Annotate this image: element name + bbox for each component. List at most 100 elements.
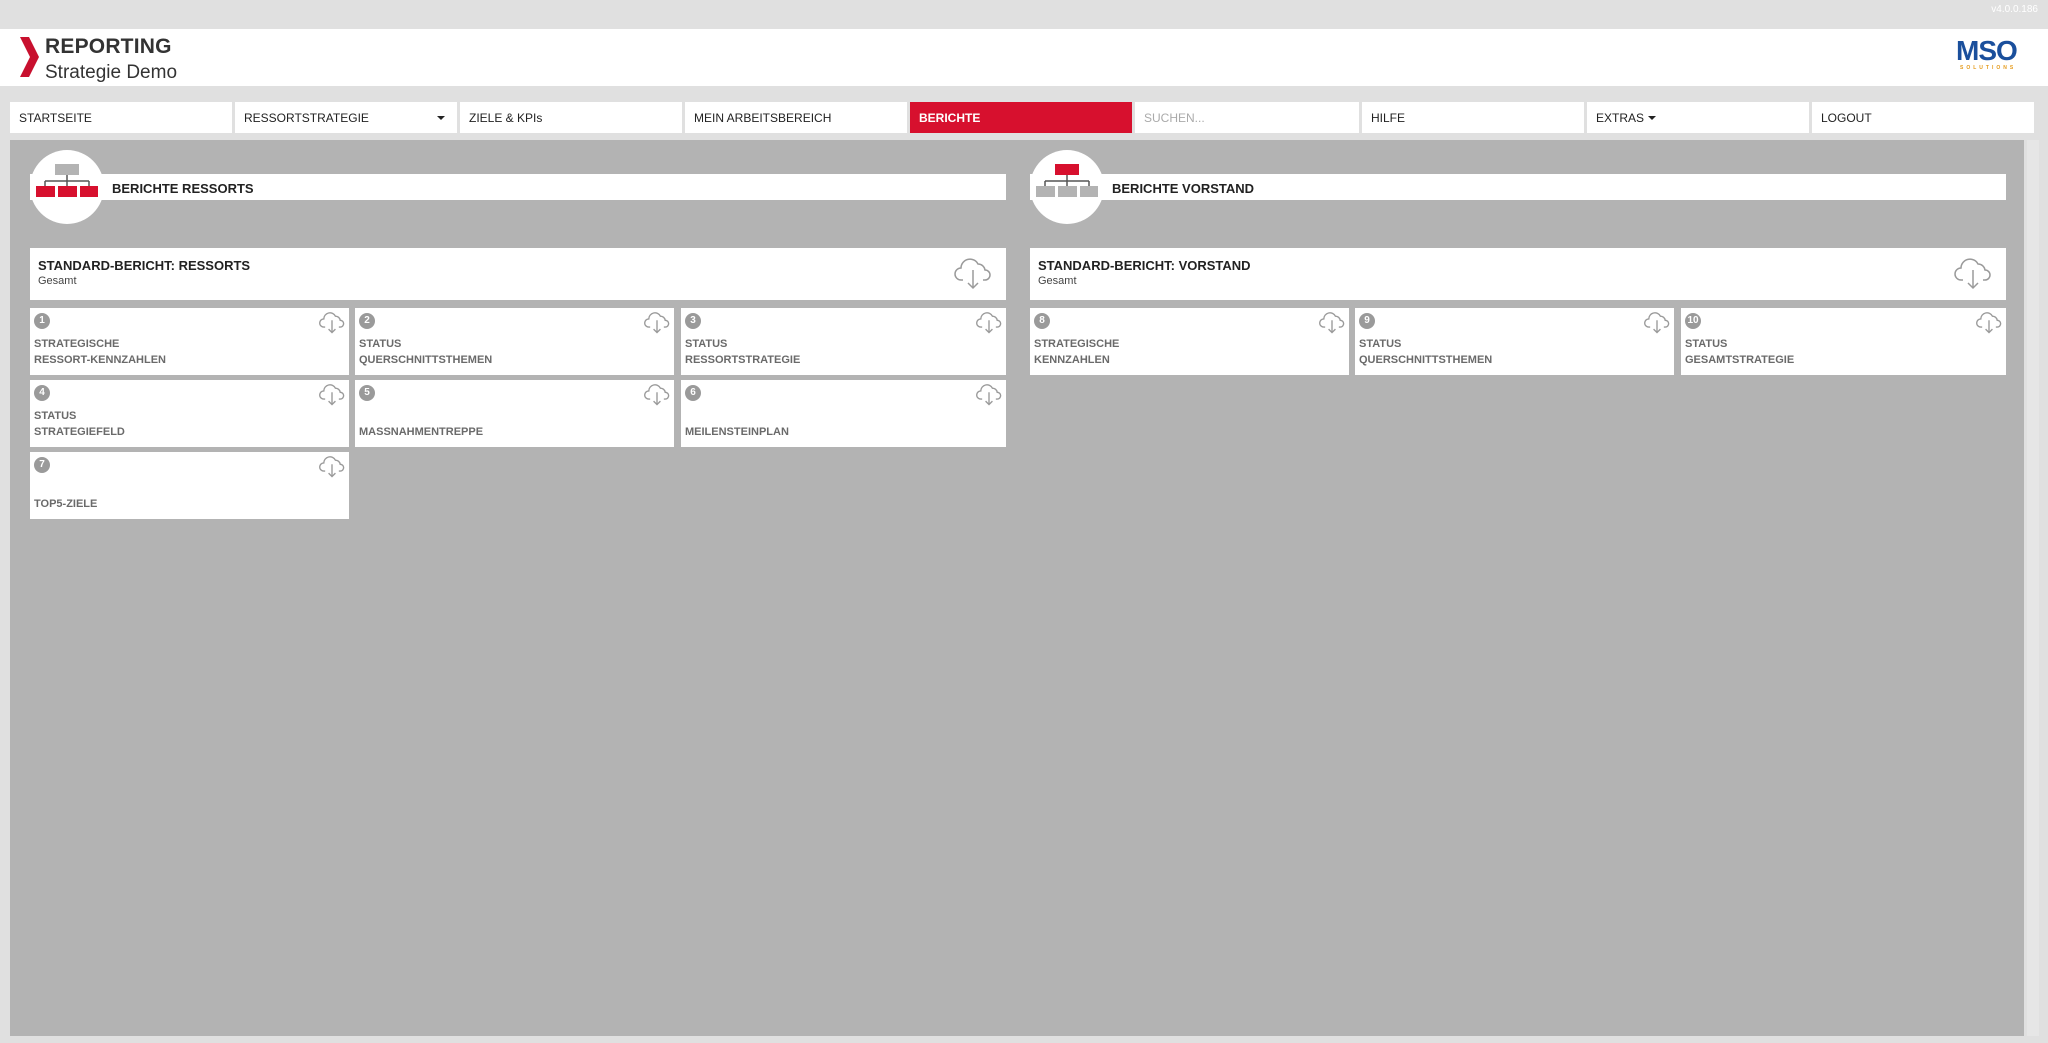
app-header: REPORTING Strategie Demo MSO SOLUTIONS [0,29,2048,86]
report-label-line2: MASSNAHMENTREPPE [359,426,484,438]
cloud-download-icon[interactable] [1976,312,2002,334]
report-card[interactable]: 4 STATUS STRATEGIEFELD [30,380,349,447]
nav-berichte[interactable]: BERICHTE [910,102,1132,133]
nav-ziele-kpis[interactable]: ZIELE & KPIs [460,102,682,133]
standard-report-card[interactable]: STANDARD-BERICHT: VORSTAND Gesamt [1030,248,2006,300]
report-label: STATUS QUERSCHNITTSTHEMEN [1359,336,1492,368]
nav-extras[interactable]: EXTRAS [1587,102,1809,133]
cloud-download-icon[interactable] [976,384,1002,406]
report-label: STRATEGISCHE RESSORT-KENNZAHLEN [34,336,166,368]
nav-mein-arbeitsbereich[interactable]: MEIN ARBEITSBEREICH [685,102,907,133]
report-label-line1: STATUS [359,338,402,350]
report-label: TOP5-ZIELE [34,496,97,512]
cloud-download-icon[interactable] [319,384,345,406]
report-label-line1: STATUS [34,410,77,422]
report-number-badge: 7 [34,457,50,473]
report-label-line1: STATUS [1685,338,1728,350]
report-number-badge: 5 [359,385,375,401]
app-subtitle: Strategie Demo [45,62,178,83]
caret-down-icon [1648,116,1657,120]
report-number-badge: 6 [685,385,701,401]
nav-label: HILFE [1371,110,1406,125]
nav-label: LOGOUT [1821,110,1872,125]
nav-label: ZIELE & KPIs [469,110,543,125]
report-label-line2: STRATEGIEFELD [34,426,125,438]
report-label-line1: STRATEGISCHE [1034,338,1120,350]
standard-report-subtitle: Gesamt [1038,275,1077,287]
report-label: STATUS GESAMTSTRATEGIE [1685,336,1794,368]
report-card[interactable]: 1 STRATEGISCHE RESSORT-KENNZAHLEN [30,308,349,375]
nav-hilfe[interactable]: HILFE [1362,102,1584,133]
report-label-line2: MEILENSTEINPLAN [685,426,789,438]
app-title: REPORTING [45,35,172,58]
main-content: BERICHTE RESSORTS STANDARD-BERICHT: RESS… [10,140,2024,1036]
report-card[interactable]: 7 TOP5-ZIELE [30,452,349,519]
main-nav: STARTSEITE RESSORTSTRATEGIE ZIELE & KPIs… [10,102,2034,133]
report-number-badge: 1 [34,313,50,329]
standard-report-card[interactable]: STANDARD-BERICHT: RESSORTS Gesamt [30,248,1006,300]
report-label: STATUS RESSORTSTRATEGIE [685,336,800,368]
chevron-right-icon [20,37,39,77]
mso-logo: MSO SOLUTIONS [1956,35,2028,79]
cloud-download-icon[interactable] [1954,258,1992,290]
report-card[interactable]: 10 STATUS GESAMTSTRATEGIE [1681,308,2006,375]
report-number-badge: 8 [1034,313,1050,329]
report-label: STRATEGISCHE KENNZAHLEN [1034,336,1119,368]
cloud-download-icon[interactable] [954,258,992,290]
report-label-line2: TOP5-ZIELE [34,498,98,510]
report-label-line1: STRATEGISCHE [34,338,120,350]
report-card[interactable]: 6 MEILENSTEINPLAN [681,380,1006,447]
panel-title: BERICHTE RESSORTS [112,181,254,196]
scrollbar[interactable] [2027,140,2039,1036]
panel-header: BERICHTE VORSTAND [1030,174,2006,200]
search-input[interactable] [1135,102,1359,133]
standard-report-subtitle: Gesamt [38,275,77,287]
report-label: STATUS QUERSCHNITTSTHEMEN [359,336,492,368]
top-bar: v4.0.0.186 [0,0,2048,29]
report-card[interactable]: 5 MASSNAHMENTREPPE [355,380,674,447]
report-label-line2: QUERSCHNITTSTHEMEN [359,354,493,366]
nav-label: BERICHTE [919,110,981,125]
cloud-download-icon[interactable] [976,312,1002,334]
nav-label: EXTRAS [1596,110,1645,125]
cloud-download-icon[interactable] [319,456,345,478]
report-card[interactable]: 2 STATUS QUERSCHNITTSTHEMEN [355,308,674,375]
cloud-download-icon[interactable] [1319,312,1345,334]
report-label: MEILENSTEINPLAN [685,424,789,440]
report-card[interactable]: 8 STRATEGISCHE KENNZAHLEN [1030,308,1349,375]
report-label-line2: RESSORTSTRATEGIE [685,354,801,366]
nav-ressortstrategie[interactable]: RESSORTSTRATEGIE [235,102,457,133]
org-chart-icon [30,150,104,224]
report-number-badge: 2 [359,313,375,329]
cloud-download-icon[interactable] [644,384,670,406]
report-label: STATUS STRATEGIEFELD [34,408,125,440]
nav-label: MEIN ARBEITSBEREICH [694,110,832,125]
logo-subtext: SOLUTIONS [1960,65,2017,71]
nav-logout[interactable]: LOGOUT [1812,102,2034,133]
report-label-line2: QUERSCHNITTSTHEMEN [1359,354,1493,366]
report-card[interactable]: 3 STATUS RESSORTSTRATEGIE [681,308,1006,375]
report-number-badge: 3 [685,313,701,329]
nav-label: STARTSEITE [19,110,92,125]
report-label-line2: KENNZAHLEN [1034,354,1110,366]
caret-down-icon [437,116,445,120]
cloud-download-icon[interactable] [644,312,670,334]
cloud-download-icon[interactable] [1644,312,1670,334]
report-label-line1: STATUS [685,338,728,350]
report-number-badge: 9 [1359,313,1375,329]
report-number-badge: 10 [1685,313,1701,329]
logo-text: MSO [1956,35,2018,66]
panel-title: BERICHTE VORSTAND [1112,181,1255,196]
org-chart-icon [1030,150,1104,224]
report-card[interactable]: 9 STATUS QUERSCHNITTSTHEMEN [1355,308,1674,375]
report-label-line1: STATUS [1359,338,1402,350]
standard-report-title: STANDARD-BERICHT: VORSTAND [1038,258,1251,273]
version-label: v4.0.0.186 [1991,4,2038,15]
report-label: MASSNAHMENTREPPE [359,424,483,440]
nav-startseite[interactable]: STARTSEITE [10,102,232,133]
cloud-download-icon[interactable] [319,312,345,334]
nav-label: RESSORTSTRATEGIE [244,110,369,125]
report-label-line2: RESSORT-KENNZAHLEN [34,354,167,366]
standard-report-title: STANDARD-BERICHT: RESSORTS [38,258,251,273]
panel-header: BERICHTE RESSORTS [30,174,1006,200]
